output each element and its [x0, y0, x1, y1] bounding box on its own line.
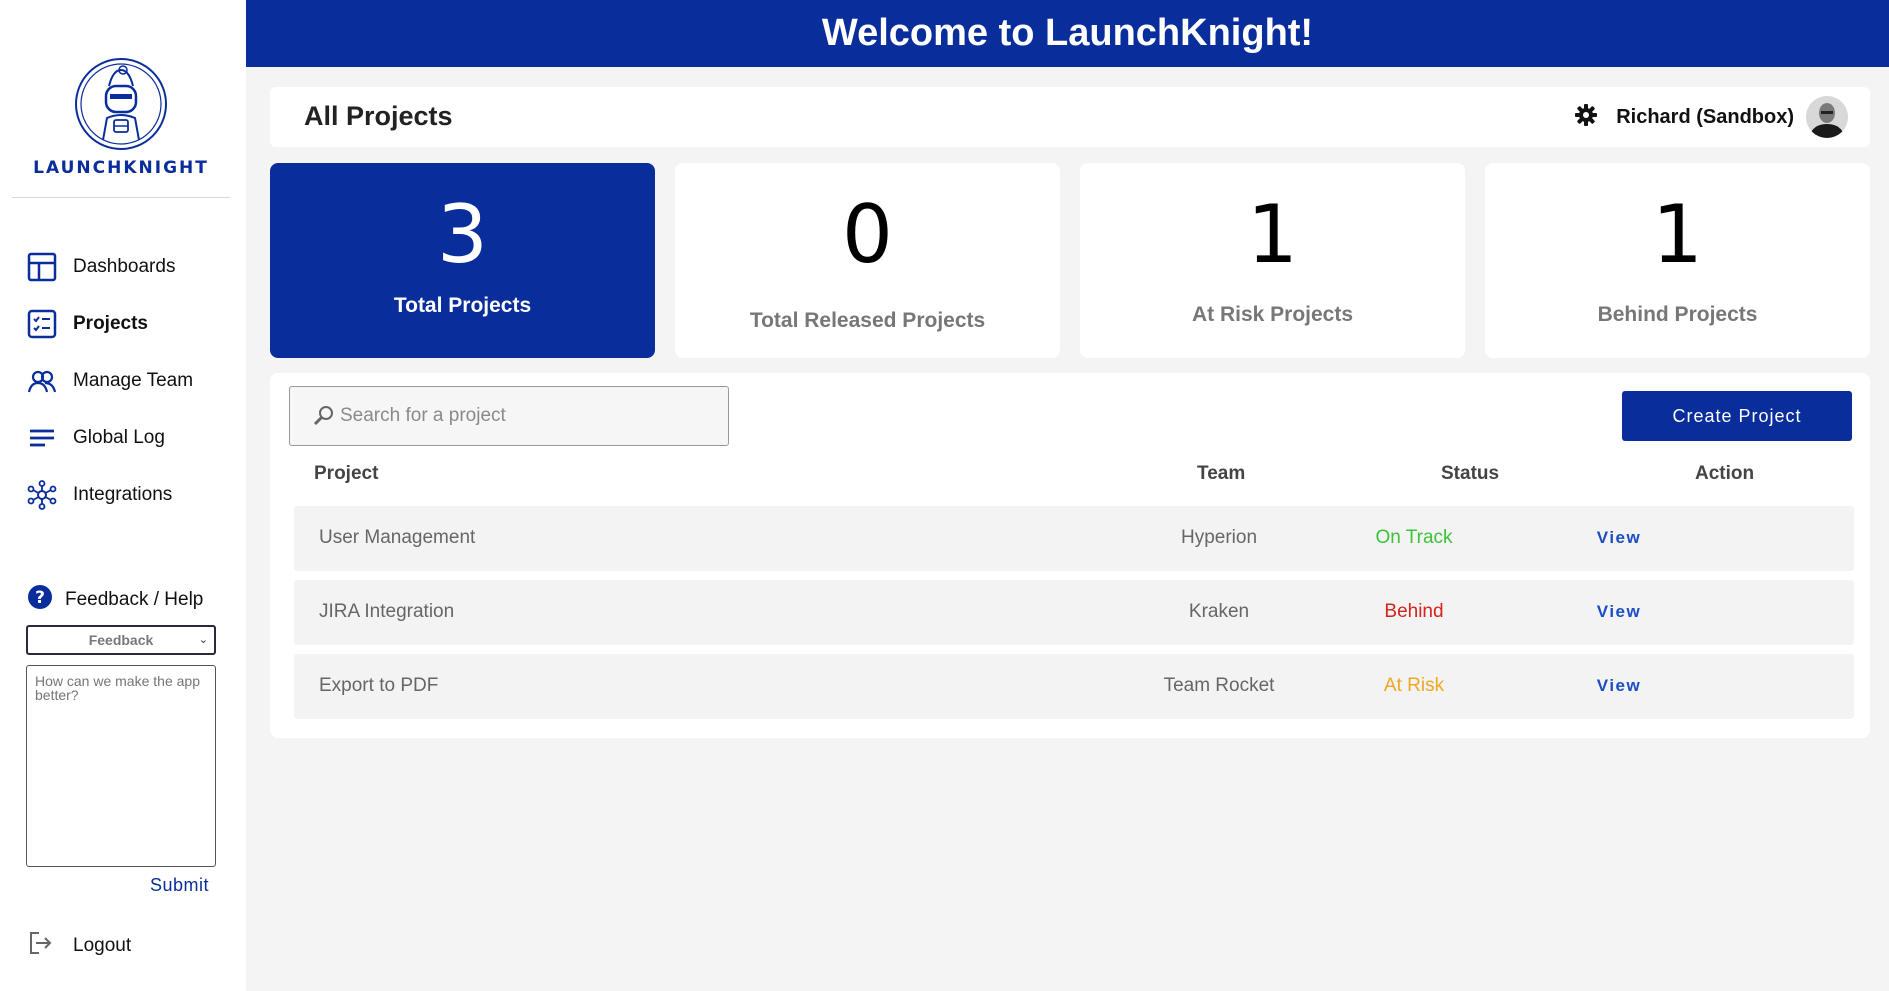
sidebar-item-label: Integrations	[73, 483, 173, 505]
stat-value: 3	[437, 188, 488, 281]
sidebar-item-manage-team[interactable]: Manage Team	[0, 352, 246, 409]
welcome-banner: Welcome to LaunchKnight!	[246, 0, 1889, 67]
view-project-link[interactable]: View	[1559, 602, 1679, 622]
feedback-type-value: Feedback	[88, 632, 154, 648]
avatar[interactable]	[1806, 96, 1848, 138]
logout-button[interactable]: Logout	[27, 930, 131, 962]
logo[interactable]: LAUNCHKNIGHT	[12, 0, 230, 198]
sidebar-item-dashboards[interactable]: Dashboards	[0, 238, 246, 295]
sidebar-item-label: Global Log	[73, 426, 165, 448]
stat-released-projects[interactable]: 0 Total Released Projects	[675, 163, 1060, 358]
search-icon	[312, 405, 334, 427]
log-lines-icon	[27, 423, 57, 453]
logout-label: Logout	[73, 935, 132, 956]
search-box[interactable]	[289, 386, 729, 446]
search-input[interactable]	[340, 405, 700, 427]
project-name: User Management	[319, 527, 476, 548]
table-row: Export to PDF Team Rocket At Risk View	[294, 654, 1854, 719]
feedback-help-label: Feedback / Help	[65, 589, 204, 610]
stat-behind-projects[interactable]: 1 Behind Projects	[1485, 163, 1870, 358]
column-header-project: Project	[314, 463, 379, 484]
integrations-network-icon	[27, 479, 57, 510]
feedback-help-link[interactable]: ? Feedback / Help	[27, 584, 203, 616]
create-project-button[interactable]: Create Project	[1622, 391, 1852, 441]
project-name: Export to PDF	[319, 675, 439, 696]
user-area: Richard (Sandbox)	[1574, 96, 1848, 138]
stat-value: 1	[1652, 188, 1703, 281]
svg-text:?: ?	[35, 588, 45, 608]
team-icon	[27, 366, 57, 396]
sidebar-item-projects[interactable]: Projects	[0, 295, 246, 352]
stat-label: Total Projects	[393, 294, 532, 317]
column-header-status: Status	[1441, 463, 1500, 484]
chevron-down-icon: ⌄	[198, 634, 208, 646]
gear-icon[interactable]	[1574, 103, 1598, 132]
table-row: JIRA Integration Kraken Behind View	[294, 580, 1854, 645]
feedback-textarea[interactable]	[26, 665, 216, 867]
sidebar-nav: Dashboards Projects Manage Team Global L…	[0, 238, 246, 523]
logo-text: LAUNCHKNIGHT	[33, 158, 209, 178]
sidebar-item-global-log[interactable]: Global Log	[0, 409, 246, 466]
knight-logo-icon	[75, 58, 167, 150]
project-name: JIRA Integration	[319, 601, 455, 622]
sidebar-item-label: Dashboards	[73, 255, 176, 277]
checklist-icon	[27, 309, 57, 339]
stat-value: 0	[842, 188, 893, 281]
page-title: All Projects	[304, 101, 453, 131]
view-project-link[interactable]: View	[1559, 676, 1679, 696]
logout-icon	[27, 930, 53, 962]
view-project-link[interactable]: View	[1559, 528, 1679, 548]
sidebar-item-label: Projects	[73, 312, 148, 334]
dashboard-icon	[27, 252, 57, 282]
user-name[interactable]: Richard (Sandbox)	[1616, 106, 1794, 129]
sidebar-item-label: Manage Team	[73, 369, 194, 391]
stat-label: Total Released Projects	[749, 309, 986, 332]
help-question-icon: ?	[27, 584, 53, 616]
sidebar: LAUNCHKNIGHT Dashboards Projects Manage …	[0, 0, 246, 991]
stat-total-projects[interactable]: 3 Total Projects	[270, 163, 655, 358]
projects-panel: Create Project Project Team Status Actio…	[270, 373, 1870, 738]
feedback-submit-button[interactable]: Submit	[150, 875, 209, 896]
stat-label: Behind Projects	[1597, 303, 1758, 326]
project-status: Behind	[1384, 601, 1444, 622]
project-status: At Risk	[1383, 675, 1445, 696]
sidebar-item-integrations[interactable]: Integrations	[0, 466, 246, 523]
stat-at-risk-projects[interactable]: 1 At Risk Projects	[1080, 163, 1465, 358]
page-header: All Projects Richard (Sandbox)	[270, 87, 1870, 147]
feedback-type-select[interactable]: Feedback ⌄	[26, 625, 216, 655]
column-header-team: Team	[1197, 463, 1246, 484]
table-row: User Management Hyperion On Track View	[294, 506, 1854, 571]
project-status: On Track	[1375, 527, 1453, 548]
stat-value: 1	[1247, 188, 1298, 281]
stat-label: At Risk Projects	[1191, 303, 1354, 326]
column-header-action: Action	[1695, 463, 1755, 484]
